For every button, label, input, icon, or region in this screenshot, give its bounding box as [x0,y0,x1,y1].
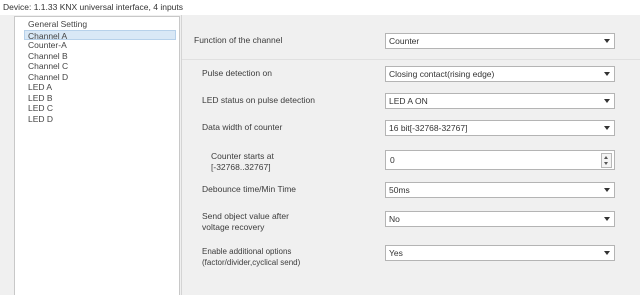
chevron-down-icon [604,39,610,43]
param-label-pulse: Pulse detection on [202,68,272,78]
spin-buttons [601,153,612,168]
parameter-panel: Function of the channel Counter Pulse de… [181,15,640,295]
chevron-down-icon [604,72,610,76]
nav-item-channel-c[interactable]: Channel C [15,61,179,72]
param-label-send-recovery: Send object value after [202,211,289,221]
spin-down-icon[interactable] [602,161,611,167]
nav-item-led-d[interactable]: LED D [15,114,179,125]
function-select[interactable]: Counter [385,33,615,49]
nav-item-channel-a[interactable]: Channel A [24,29,176,41]
nav-item-counter-a[interactable]: Counter-A [15,40,179,51]
divider [182,59,640,60]
nav-item-led-b[interactable]: LED B [15,93,179,104]
parameter-tree: General Setting Channel A Counter-A Chan… [14,16,180,295]
chevron-down-icon [604,251,610,255]
param-label-send-recovery-2: voltage recovery [202,222,265,232]
spin-up-icon[interactable] [602,154,611,160]
nav-item-led-c[interactable]: LED C [15,103,179,114]
param-label-function: Function of the channel [194,35,283,45]
nav-item-general-setting[interactable]: General Setting [15,19,179,30]
param-label-counter-start: Counter starts at [211,151,274,161]
chevron-down-icon [604,99,610,103]
pulse-detection-select[interactable]: Closing contact(rising edge) [385,66,615,82]
additional-options-value: Yes [389,248,403,258]
nav-item-led-a[interactable]: LED A [15,82,179,93]
param-label-additional-2: (factor/divider,cyclical send) [202,258,301,267]
param-label-led-status: LED status on pulse detection [202,95,315,105]
chevron-down-icon [604,217,610,221]
param-label-debounce: Debounce time/Min Time [202,184,297,194]
pulse-detection-value: Closing contact(rising edge) [389,69,495,79]
counter-start-input[interactable]: 0 [385,150,615,170]
nav-item-channel-b[interactable]: Channel B [15,51,179,62]
chevron-down-icon [604,126,610,130]
debounce-value: 50ms [389,185,410,195]
param-label-counter-range: [-32768..32767] [211,162,271,172]
chevron-down-icon [604,188,610,192]
param-label-additional: Enable additional options [202,247,292,256]
window-title: Device: 1.1.33 KNX universal interface, … [0,0,640,15]
nav-item-channel-d[interactable]: Channel D [15,72,179,83]
function-select-value: Counter [389,36,420,46]
send-recovery-select[interactable]: No [385,211,615,227]
send-recovery-value: No [389,214,400,224]
debounce-select[interactable]: 50ms [385,182,615,198]
additional-options-select[interactable]: Yes [385,245,615,261]
data-width-value: 16 bit[-32768-32767] [389,123,468,133]
data-width-select[interactable]: 16 bit[-32768-32767] [385,120,615,136]
counter-start-value: 0 [390,155,395,165]
param-label-data-width: Data width of counter [202,122,283,132]
led-status-select[interactable]: LED A ON [385,93,615,109]
led-status-value: LED A ON [389,96,428,106]
